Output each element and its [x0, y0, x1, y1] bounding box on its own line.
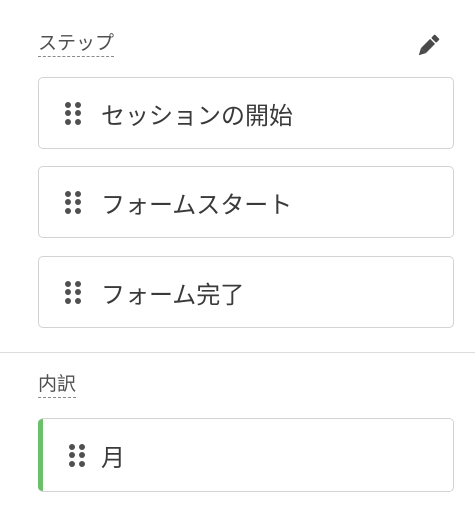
step-item[interactable]: フォームスタート	[38, 166, 454, 238]
drag-handle-icon[interactable]	[65, 101, 81, 125]
breakdown-item[interactable]: 月	[38, 418, 454, 492]
drag-handle-icon[interactable]	[65, 280, 81, 304]
edit-steps-button[interactable]	[412, 30, 444, 62]
step-label: セッションの開始	[101, 101, 293, 130]
drag-handle-icon[interactable]	[69, 443, 85, 467]
step-label: フォーム完了	[101, 280, 245, 309]
section-divider	[0, 352, 475, 353]
breakdown-label: 月	[101, 443, 125, 472]
pencil-icon	[418, 34, 440, 56]
breakdown-section-label: 内訳	[38, 372, 77, 398]
drag-handle-icon[interactable]	[65, 190, 81, 214]
breakdown-accent-bar	[38, 419, 43, 491]
step-item[interactable]: フォーム完了	[38, 256, 454, 328]
step-item[interactable]: セッションの開始	[38, 77, 454, 149]
steps-section-label: ステップ	[38, 31, 115, 57]
step-label: フォームスタート	[101, 190, 293, 219]
